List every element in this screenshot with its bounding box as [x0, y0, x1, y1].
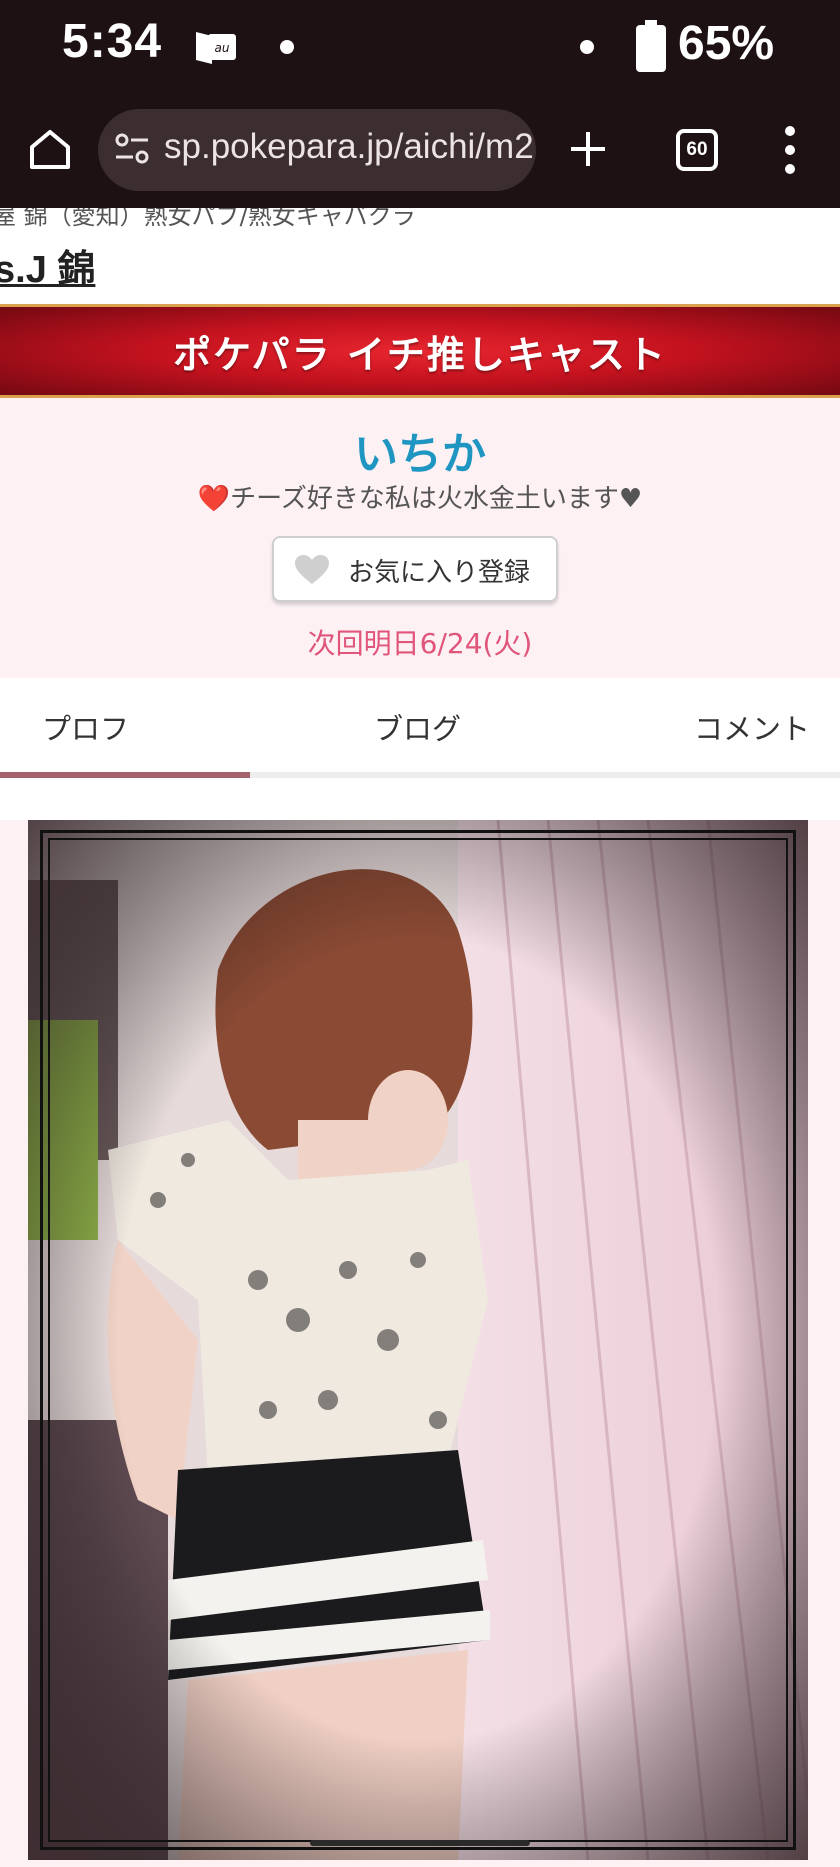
shop-category: 屋 錦（愛知）熟女パブ/熟女キャバクラ: [0, 208, 416, 230]
photo-frame: [40, 830, 796, 1850]
cast-profile: いちか ❤️チーズ好きな私は火水金土います♥ お気に入り登録 次回明日6/24(…: [0, 398, 840, 678]
profile-tabs: プロフ ブログ コメント: [0, 678, 840, 778]
home-indicator[interactable]: [310, 1840, 530, 1846]
next-shift: 次回明日6/24(火): [307, 627, 533, 660]
favorite-button[interactable]: お気に入り登録: [272, 536, 558, 602]
svg-text:au: au: [215, 41, 230, 55]
heart-icon: [295, 555, 329, 584]
favorite-label: お気に入り登録: [348, 558, 531, 588]
tab-comment[interactable]: コメント: [694, 706, 810, 748]
new-tab-icon[interactable]: [568, 129, 608, 169]
recommend-banner: ポケパラ イチ推しキャスト: [0, 304, 840, 398]
notification-dot-icon: [580, 40, 594, 54]
site-settings-icon[interactable]: [114, 131, 150, 167]
banner-title: ポケパラ イチ推しキャスト: [173, 333, 667, 377]
battery-percent: 65%: [678, 17, 775, 70]
notification-dot-icon: [280, 40, 294, 54]
shop-name-link[interactable]: s.J 錦: [0, 238, 95, 293]
tab-blog[interactable]: ブログ: [374, 706, 461, 748]
cast-catchphrase: ❤️チーズ好きな私は火水金土います♥: [197, 484, 643, 514]
cast-name: いちか: [354, 429, 486, 480]
home-icon[interactable]: [28, 127, 72, 171]
status-bar: 5:34 au 65%: [0, 0, 840, 95]
active-tab-indicator: [0, 772, 250, 778]
shop-header: 屋 錦（愛知）熟女パブ/熟女キャバクラ s.J 錦: [0, 208, 840, 304]
cast-photo[interactable]: [28, 820, 808, 1860]
url-text[interactable]: sp.pokepara.jp/aichi/m2: [164, 127, 534, 167]
tab-switcher-button[interactable]: 60: [676, 129, 718, 171]
clock: 5:34: [62, 15, 163, 68]
more-menu-icon[interactable]: [784, 125, 796, 175]
au-icon: au: [196, 32, 236, 64]
battery-icon: [636, 20, 666, 72]
photo-section: [0, 820, 840, 1867]
address-bar[interactable]: sp.pokepara.jp/aichi/m2: [98, 109, 536, 191]
tab-profile[interactable]: プロフ: [42, 706, 129, 748]
browser-toolbar: sp.pokepara.jp/aichi/m2 60: [0, 95, 840, 210]
